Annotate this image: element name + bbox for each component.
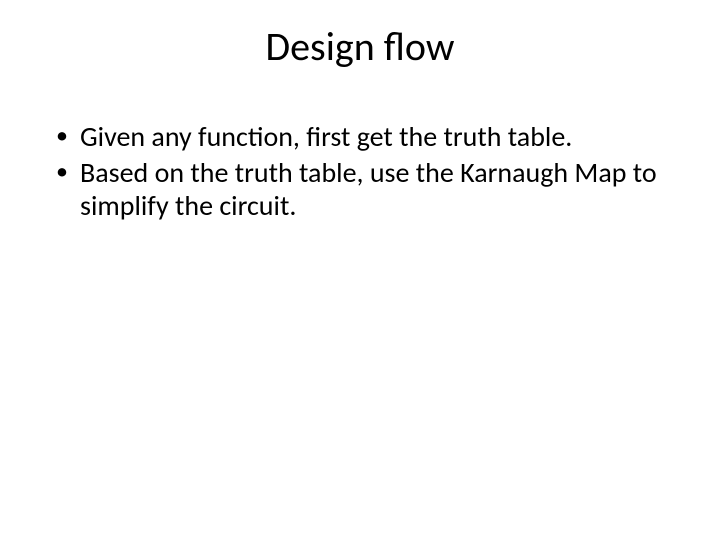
slide-body: Given any function, first get the truth … <box>54 120 666 225</box>
slide: Design flow Given any function, first ge… <box>0 0 720 540</box>
list-item: Given any function, first get the truth … <box>54 120 666 154</box>
slide-title: Design flow <box>0 22 720 71</box>
list-item: Based on the truth table, use the Karnau… <box>54 156 666 223</box>
bullet-list: Given any function, first get the truth … <box>54 120 666 223</box>
